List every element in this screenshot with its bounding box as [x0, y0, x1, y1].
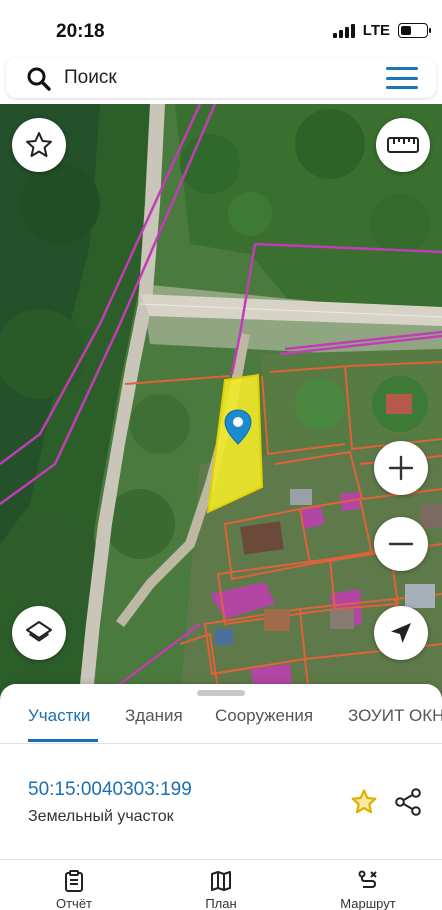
- tab-zouit-okn[interactable]: ЗОУИТ ОКН: [348, 706, 442, 726]
- navigation-arrow-icon: [391, 623, 411, 643]
- status-bar: 20:18 LTE: [0, 0, 442, 56]
- status-time: 20:18: [56, 21, 105, 42]
- nav-report[interactable]: Отчёт: [24, 870, 124, 910]
- favorite-button[interactable]: [12, 118, 66, 172]
- battery-icon: [398, 23, 431, 38]
- status-indicators: LTE: [332, 22, 431, 39]
- tab-buildings[interactable]: Здания: [125, 706, 183, 726]
- sheet-grabber[interactable]: [197, 690, 245, 696]
- share-icon[interactable]: [393, 787, 423, 817]
- favorite-star-icon[interactable]: [350, 788, 378, 816]
- minus-icon: [388, 542, 414, 546]
- parcel-cadastral-number[interactable]: 50:15:0040303:199: [28, 779, 192, 801]
- nav-route[interactable]: Маршрут: [318, 870, 418, 910]
- nav-route-label: Маршрут: [340, 896, 396, 910]
- search-icon[interactable]: [26, 66, 52, 92]
- map-plan-icon: [211, 871, 231, 891]
- satellite-map[interactable]: [0, 104, 442, 704]
- layers-button[interactable]: [12, 606, 66, 660]
- map-view[interactable]: [0, 104, 442, 704]
- nav-plan-label: План: [205, 896, 237, 910]
- ruler-button[interactable]: [376, 118, 430, 172]
- network-type: LTE: [362, 22, 390, 39]
- report-icon: [65, 870, 83, 892]
- tab-parcels[interactable]: Участки: [28, 706, 90, 726]
- bottom-nav: Отчёт План Маршрут: [0, 862, 442, 910]
- bottom-sheet: Участки Здания Сооружения ЗОУИТ ОКН 50:1…: [0, 684, 442, 910]
- plus-icon: [388, 455, 414, 481]
- route-icon: [358, 870, 377, 888]
- active-tab-indicator: [28, 739, 98, 742]
- signal-icon: [332, 23, 355, 38]
- layers-icon: [26, 621, 52, 642]
- menu-icon[interactable]: [386, 67, 418, 89]
- tab-structures[interactable]: Сооружения: [215, 706, 313, 726]
- nav-report-label: Отчёт: [55, 896, 93, 910]
- zoom-in-button[interactable]: [374, 441, 428, 495]
- search-input[interactable]: [64, 64, 364, 92]
- nav-plan[interactable]: План: [171, 870, 271, 910]
- star-outline-icon: [26, 132, 52, 157]
- search-bar: [6, 58, 436, 98]
- zoom-out-button[interactable]: [374, 517, 428, 571]
- parcel-type: Земельный участок: [28, 808, 174, 825]
- ruler-icon: [387, 137, 419, 153]
- divider: [0, 859, 442, 860]
- tab-bar: Участки Здания Сооружения ЗОУИТ ОКН: [0, 698, 442, 744]
- my-location-button[interactable]: [374, 606, 428, 660]
